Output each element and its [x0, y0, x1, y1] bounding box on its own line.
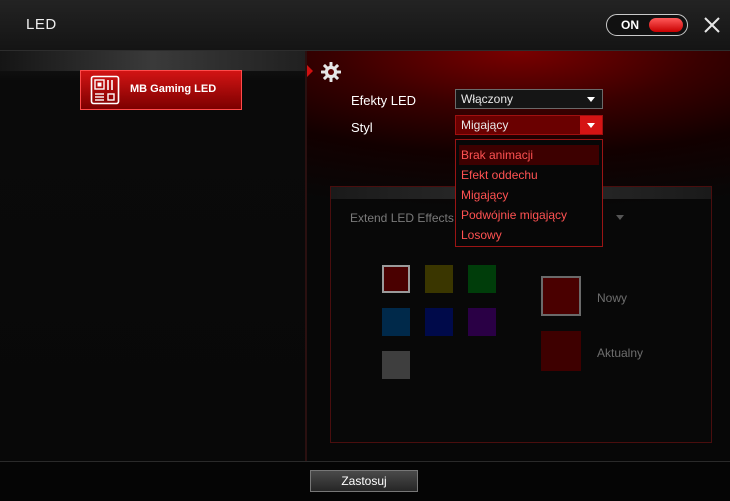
sidebar-item-label: MB Gaming LED — [130, 83, 217, 95]
style-label: Styl — [351, 120, 373, 135]
led-effects-value: Włączony — [461, 92, 514, 106]
toggle-label: ON — [621, 18, 639, 32]
color-swatch-green[interactable] — [468, 265, 496, 293]
led-power-toggle[interactable]: ON — [606, 14, 688, 36]
sidebar-item-mb-gaming-led[interactable]: MB Gaming LED — [80, 70, 242, 110]
style-option-podwojnie-migajacy[interactable]: Podwójnie migający — [456, 205, 602, 225]
selection-arrow-icon — [307, 65, 313, 77]
current-color-preview — [541, 331, 581, 371]
gear-icon — [321, 62, 341, 82]
footer-bar: Zastosuj — [0, 461, 730, 501]
apply-button[interactable]: Zastosuj — [310, 470, 418, 492]
style-option-brak-animacji[interactable]: Brak animacji — [459, 145, 599, 165]
style-dropdown-list: Brak animacji Efekt oddechu Migający Pod… — [455, 139, 603, 247]
panel-header-strip — [0, 51, 305, 71]
title-bar: LED ON — [0, 0, 730, 51]
close-icon[interactable] — [700, 13, 724, 37]
color-swatch-white[interactable] — [382, 351, 410, 379]
style-option-losowy[interactable]: Losowy — [456, 225, 602, 245]
new-color-preview — [541, 276, 581, 316]
new-color-label: Nowy — [597, 291, 628, 305]
motherboard-icon — [90, 75, 120, 105]
color-swatch-blue[interactable] — [425, 308, 453, 336]
style-option-efekt-oddechu[interactable]: Efekt oddechu — [456, 165, 602, 185]
chevron-down-icon[interactable] — [616, 215, 624, 220]
led-effects-select[interactable]: Włączony — [455, 89, 603, 109]
toggle-knob — [649, 18, 683, 32]
device-list-panel: MB Gaming LED — [0, 51, 305, 461]
style-select[interactable]: Migający — [455, 115, 603, 135]
chevron-down-icon — [580, 116, 602, 134]
extend-led-effects-label: Extend LED Effects — [350, 211, 454, 225]
color-swatch-red[interactable] — [382, 265, 410, 293]
color-swatch-cyan[interactable] — [382, 308, 410, 336]
settings-panel: Efekty LED Włączony Styl Migający Brak a… — [307, 51, 730, 461]
chevron-down-icon — [580, 90, 602, 108]
led-effects-label: Efekty LED — [351, 93, 417, 108]
style-value: Migający — [461, 118, 509, 132]
color-swatch-yellow[interactable] — [425, 265, 453, 293]
color-swatch-purple[interactable] — [468, 308, 496, 336]
led-window: LED ON MB Gaming LED Efekty LED Włączony… — [0, 0, 730, 501]
style-option-migajacy[interactable]: Migający — [456, 185, 602, 205]
current-color-label: Aktualny — [597, 346, 644, 360]
window-title: LED — [26, 16, 57, 33]
